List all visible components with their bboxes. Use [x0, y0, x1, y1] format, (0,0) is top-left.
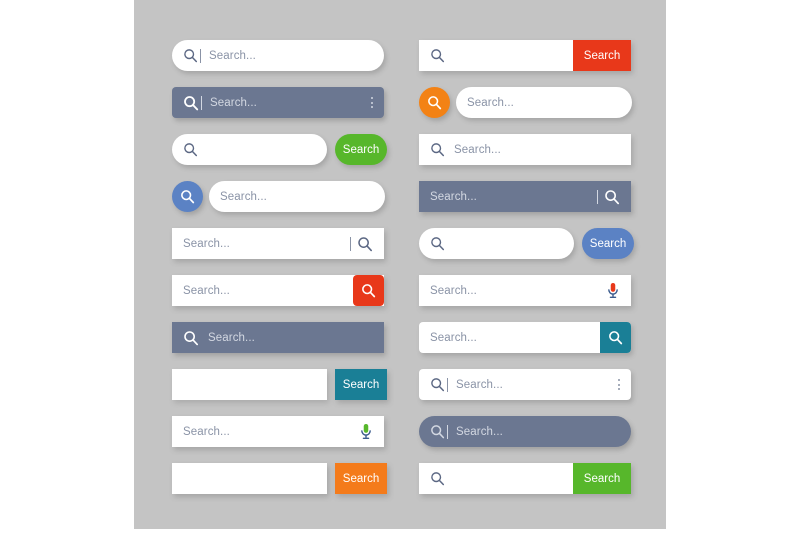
vertical-divider	[597, 189, 598, 204]
search-field-14[interactable]: Search...	[419, 181, 631, 212]
magnifier-icon[interactable]	[357, 236, 373, 252]
search-bar-12: Search...	[419, 87, 632, 118]
vertical-divider	[201, 95, 202, 110]
search-button-10[interactable]: Search	[335, 463, 387, 494]
search-placeholder-1: Search...	[209, 49, 256, 62]
search-bars-canvas: Search... Search... Search Search... Sea…	[134, 0, 666, 529]
search-bar-6: Search...	[172, 275, 384, 306]
search-bar-11: Search	[419, 40, 631, 71]
search-bar-20: Search	[419, 463, 631, 494]
magnifier-icon	[184, 95, 199, 110]
search-placeholder-13: Search...	[454, 143, 501, 156]
search-bar-13: Search...	[419, 134, 631, 165]
search-bar-14: Search...	[419, 181, 631, 212]
magnifier-icon	[184, 143, 198, 157]
search-placeholder-6: Search...	[183, 284, 230, 297]
search-bar-16: Search...	[419, 275, 631, 306]
search-placeholder-19: Search...	[456, 425, 503, 438]
search-icon-button-12[interactable]	[419, 87, 450, 118]
search-button-8[interactable]: Search	[335, 369, 387, 400]
vertical-divider	[350, 236, 351, 251]
search-field-7[interactable]: Search...	[172, 322, 384, 353]
search-field-3[interactable]	[172, 134, 327, 165]
search-placeholder-7: Search...	[208, 331, 255, 344]
kebab-menu-icon[interactable]	[618, 379, 620, 390]
search-placeholder-5: Search...	[183, 237, 230, 250]
search-bar-19: Search...	[419, 416, 631, 447]
search-field-9[interactable]: Search...	[172, 416, 384, 447]
search-field-10[interactable]	[172, 463, 327, 494]
search-bar-1: Search...	[172, 40, 384, 71]
search-bar-2: Search...	[172, 87, 384, 118]
search-field-15[interactable]	[419, 228, 574, 259]
magnifier-icon	[184, 49, 198, 63]
search-icon-button-17[interactable]	[600, 322, 631, 353]
search-bar-3: Search	[172, 134, 387, 165]
magnifier-icon	[431, 425, 445, 439]
search-field-5[interactable]: Search...	[172, 228, 384, 259]
search-field-19[interactable]: Search...	[419, 416, 631, 447]
search-placeholder-18: Search...	[456, 378, 503, 391]
search-field-4[interactable]: Search...	[209, 181, 385, 212]
search-placeholder-4: Search...	[220, 190, 267, 203]
search-bar-4: Search...	[172, 181, 385, 212]
search-icon-button-4[interactable]	[172, 181, 203, 212]
magnifier-icon	[181, 190, 195, 204]
search-bar-9: Search...	[172, 416, 384, 447]
magnifier-icon	[431, 472, 445, 486]
search-field-13[interactable]: Search...	[419, 134, 631, 165]
search-placeholder-12: Search...	[467, 96, 514, 109]
search-button-11[interactable]: Search	[573, 40, 631, 71]
magnifier-icon[interactable]	[604, 189, 620, 205]
search-placeholder-17: Search...	[430, 331, 477, 344]
search-bar-8: Search	[172, 369, 387, 400]
vertical-divider	[447, 424, 448, 439]
search-button-20[interactable]: Search	[573, 463, 631, 494]
microphone-icon[interactable]	[606, 282, 620, 299]
magnifier-icon	[362, 284, 376, 298]
vertical-divider	[200, 48, 201, 63]
search-field-18[interactable]: Search...	[419, 369, 631, 400]
search-bar-18: Search...	[419, 369, 631, 400]
magnifier-icon	[431, 237, 445, 251]
magnifier-icon	[609, 331, 623, 345]
search-field-1[interactable]: Search...	[172, 40, 384, 71]
search-placeholder-9: Search...	[183, 425, 230, 438]
search-field-8[interactable]	[172, 369, 327, 400]
search-button-3[interactable]: Search	[335, 134, 387, 165]
magnifier-icon	[431, 49, 445, 63]
search-field-16[interactable]: Search...	[419, 275, 631, 306]
search-placeholder-16: Search...	[430, 284, 477, 297]
search-icon-button-6[interactable]	[353, 275, 384, 306]
search-bar-15: Search	[419, 228, 634, 259]
search-bar-5: Search...	[172, 228, 384, 259]
search-field-12[interactable]: Search...	[456, 87, 632, 118]
magnifier-icon	[184, 330, 199, 345]
search-field-2[interactable]: Search...	[172, 87, 384, 118]
vertical-divider	[447, 377, 448, 392]
magnifier-icon	[431, 143, 445, 157]
kebab-menu-icon[interactable]	[371, 97, 373, 108]
magnifier-icon	[431, 378, 445, 392]
search-bar-17: Search...	[419, 322, 631, 353]
microphone-icon[interactable]	[359, 423, 373, 440]
search-bar-7: Search...	[172, 322, 384, 353]
search-button-15[interactable]: Search	[582, 228, 634, 259]
search-placeholder-14: Search...	[430, 190, 477, 203]
search-bar-10: Search	[172, 463, 387, 494]
magnifier-icon	[428, 96, 442, 110]
search-placeholder-2: Search...	[210, 96, 257, 109]
